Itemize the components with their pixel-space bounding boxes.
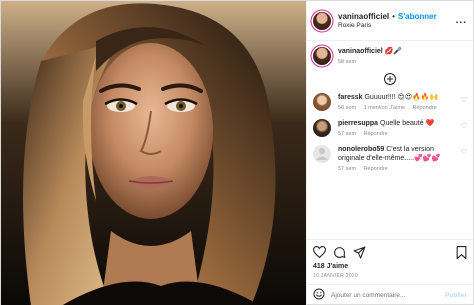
comment-like-heart-icon[interactable]: ♡ bbox=[461, 122, 467, 130]
comment-likes[interactable]: 1 mention J'aime bbox=[364, 105, 405, 111]
caption-time: 58 sem bbox=[338, 59, 357, 66]
post-header: vaninaofficiel • S'abonner Roxie Paris .… bbox=[307, 1, 473, 41]
comment-username[interactable]: faressk bbox=[338, 94, 363, 101]
default-user-icon bbox=[316, 147, 328, 160]
comment-input[interactable] bbox=[331, 292, 441, 299]
likes-count[interactable]: 418 J'aime bbox=[313, 263, 467, 270]
add-comment-bar: Publier bbox=[307, 284, 473, 305]
comment-item: nonolerobo59 C'est la version originale … bbox=[313, 144, 467, 174]
load-more-comments[interactable] bbox=[313, 72, 467, 85]
caption: vaninaofficiel 💋🎤 58 sem bbox=[313, 47, 467, 67]
caption-username[interactable]: vaninaofficiel bbox=[338, 48, 383, 55]
comment-username[interactable]: nonolerobo59 bbox=[338, 146, 384, 153]
reply-button[interactable]: Répondre bbox=[413, 105, 437, 111]
bookmark-icon[interactable] bbox=[456, 245, 467, 259]
share-icon[interactable] bbox=[353, 246, 366, 259]
comments-section: vaninaofficiel 💋🎤 58 sem faressk Guuuur!… bbox=[307, 41, 473, 239]
comment-text: Quelle beauté ❤️ bbox=[380, 119, 435, 127]
portrait-image bbox=[1, 1, 306, 305]
comment-icon[interactable] bbox=[333, 246, 346, 259]
commenter-avatar[interactable] bbox=[313, 144, 331, 163]
post-actions: 418 J'aime 10 JANVIER 2020 bbox=[307, 239, 473, 279]
post-date: 10 JANVIER 2020 bbox=[313, 273, 359, 279]
location-link[interactable]: Roxie Paris bbox=[338, 22, 437, 29]
plus-circle-icon[interactable] bbox=[384, 72, 396, 85]
caption-text: 💋🎤 bbox=[384, 48, 403, 55]
more-options-icon[interactable]: ... bbox=[456, 15, 467, 26]
follow-button[interactable]: S'abonner bbox=[398, 12, 437, 21]
reply-button[interactable]: Répondre bbox=[364, 131, 388, 137]
emoji-icon[interactable] bbox=[313, 287, 325, 305]
post-photo[interactable] bbox=[1, 1, 306, 305]
publish-button[interactable]: Publier bbox=[445, 292, 467, 299]
comment-time: 58 sem bbox=[338, 105, 357, 112]
instagram-post: vaninaofficiel • S'abonner Roxie Paris .… bbox=[0, 0, 474, 305]
comment-item: faressk Guuuur!!!! 😍😍🔥🔥🙌 58 sem 1 mentio… bbox=[313, 92, 467, 113]
post-sidebar: vaninaofficiel • S'abonner Roxie Paris .… bbox=[306, 1, 473, 305]
comment-text: Guuuur!!!! 😍😍🔥🔥🙌 bbox=[364, 93, 439, 101]
comment-like-heart-icon[interactable]: ♡ bbox=[461, 96, 467, 104]
caption-avatar[interactable] bbox=[313, 47, 331, 65]
comment-item: pierresuppa Quelle beauté ❤️ 57 sem Répo… bbox=[313, 118, 467, 139]
commenter-avatar[interactable] bbox=[313, 92, 331, 111]
avatar[interactable] bbox=[313, 11, 331, 30]
comment-username[interactable]: pierresuppa bbox=[338, 120, 378, 127]
commenter-avatar[interactable] bbox=[313, 118, 331, 137]
reply-button[interactable]: Répondre bbox=[364, 166, 388, 172]
comment-time: 57 sem bbox=[338, 131, 357, 138]
header-username[interactable]: vaninaofficiel bbox=[338, 12, 389, 21]
separator-dot: • bbox=[392, 11, 395, 21]
comment-like-heart-icon[interactable]: ♡ bbox=[461, 148, 467, 156]
heart-icon[interactable] bbox=[313, 246, 326, 258]
comment-time: 57 sem bbox=[338, 166, 357, 173]
